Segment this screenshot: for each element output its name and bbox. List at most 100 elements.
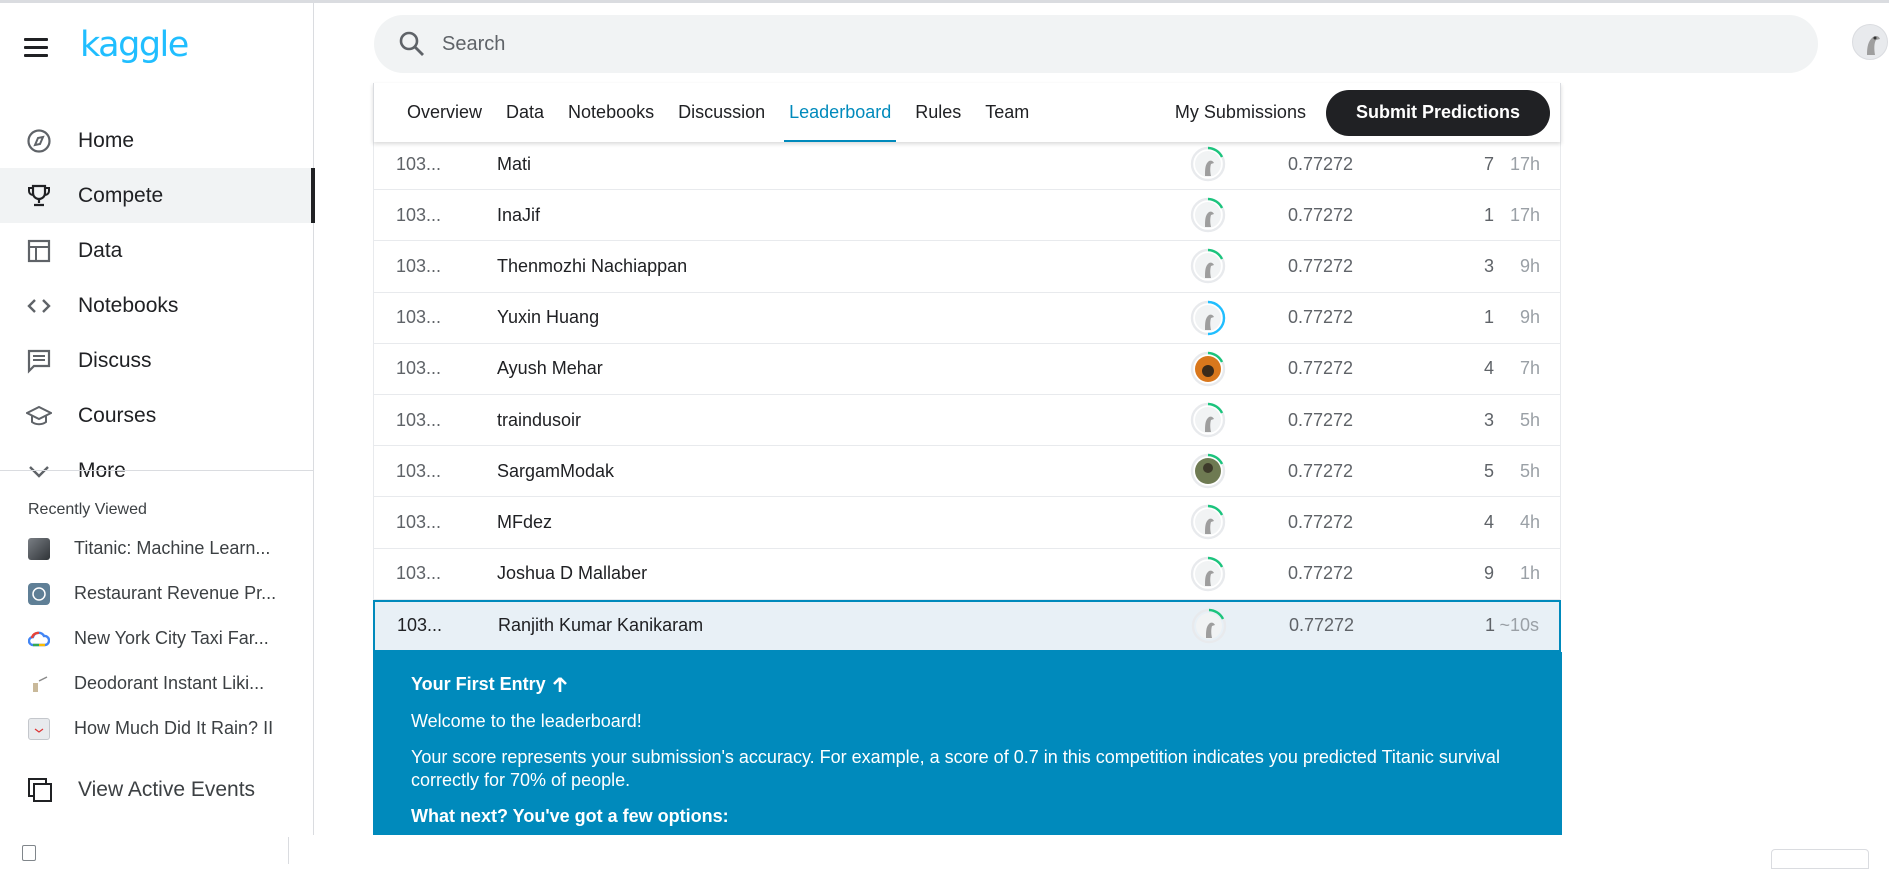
- sidebar-item-discuss[interactable]: Discuss: [0, 333, 314, 388]
- search-input[interactable]: [442, 32, 1642, 56]
- sidebar-item-home[interactable]: Home: [0, 113, 314, 168]
- team-avatar[interactable]: [1190, 197, 1226, 233]
- score-cell: 0.77272: [1288, 409, 1354, 430]
- rank-cell: 103...: [396, 204, 442, 225]
- user-avatar[interactable]: [1852, 24, 1888, 60]
- rank-cell: 103...: [396, 409, 442, 430]
- team-avatar[interactable]: [1190, 300, 1226, 336]
- recently-viewed-title: Recently Viewed: [28, 501, 147, 518]
- table-row[interactable]: 103... Yuxin Huang 0.77272 1 9h: [373, 292, 1561, 344]
- table-row[interactable]: 103... Thenmozhi Nachiappan 0.77272 3 9h: [373, 241, 1561, 293]
- team-avatar[interactable]: [1190, 351, 1226, 387]
- table-row[interactable]: 103... SargamModak 0.77272 5 5h: [373, 446, 1561, 498]
- table-row[interactable]: 103... Ayush Mehar 0.77272 4 7h: [373, 343, 1561, 395]
- menu-icon[interactable]: [24, 33, 52, 61]
- kaggle-logo[interactable]: kaggle: [80, 25, 189, 65]
- tab-notebooks[interactable]: Notebooks: [556, 83, 666, 142]
- team-name[interactable]: Mati: [497, 154, 531, 175]
- team-avatar[interactable]: [1190, 504, 1226, 540]
- search-bar[interactable]: [374, 15, 1818, 73]
- tab-team[interactable]: Team: [973, 83, 1041, 142]
- entries-cell: 3: [1483, 409, 1494, 430]
- team-name[interactable]: traindusoir: [497, 410, 581, 431]
- last-submission-cell: ~10s: [1499, 615, 1539, 636]
- table-icon: [26, 238, 52, 264]
- sidebar-item-courses[interactable]: Courses: [0, 388, 314, 443]
- entries-cell: 1: [1484, 615, 1495, 636]
- copy-icon: [26, 776, 54, 804]
- search-icon: [398, 30, 426, 58]
- entries-cell: 9: [1483, 563, 1494, 584]
- team-avatar[interactable]: [1190, 453, 1226, 489]
- tab-rules[interactable]: Rules: [903, 83, 973, 142]
- recent-list: Titanic: Machine Learn... Restaurant Rev…: [0, 526, 313, 751]
- bottom-button[interactable]: [1771, 849, 1869, 869]
- rank-cell: 103...: [396, 153, 442, 174]
- team-name[interactable]: Ayush Mehar: [497, 358, 603, 379]
- submit-predictions-button[interactable]: Submit Predictions: [1325, 89, 1550, 136]
- table-row[interactable]: 103... MFdez 0.77272 4 4h: [373, 497, 1561, 549]
- sidebar-item-label: Home: [78, 128, 135, 152]
- last-submission-cell: 4h: [1519, 511, 1540, 532]
- team-name[interactable]: Thenmozhi Nachiappan: [497, 256, 687, 277]
- team-avatar[interactable]: [1190, 248, 1226, 284]
- leaderboard-table: 103... Mati 0.77272 7 17h 103... InaJif 0.77272…: [373, 139, 1561, 652]
- team-avatar[interactable]: [1191, 608, 1227, 644]
- score-cell: 0.77272: [1288, 255, 1354, 276]
- last-submission-cell: 9h: [1519, 255, 1540, 276]
- tab-discussion[interactable]: Discussion: [666, 83, 777, 142]
- team-avatar[interactable]: [1190, 402, 1226, 438]
- table-row[interactable]: 103... Joshua D Mallaber 0.77272 9 1h: [373, 548, 1561, 600]
- my-submissions-link[interactable]: My Submissions: [1155, 102, 1326, 123]
- team-name[interactable]: Yuxin Huang: [497, 307, 599, 328]
- entries-cell: 4: [1483, 511, 1494, 532]
- recent-item-label: How Much Did It Rain? II: [74, 718, 274, 738]
- sidebar-item-notebooks[interactable]: Notebooks: [0, 278, 314, 333]
- sidebar-item-compete[interactable]: Compete: [0, 168, 315, 223]
- sidebar-item-label: Discuss: [78, 348, 152, 372]
- competition-tabs: Overview Data Notebooks Discussion Leade…: [373, 83, 1561, 142]
- trophy-icon: [26, 183, 52, 209]
- view-active-events-link[interactable]: View Active Events: [26, 776, 255, 804]
- rank-cell: 103...: [396, 511, 442, 532]
- last-submission-cell: 5h: [1519, 460, 1540, 481]
- score-explanation: Your score represents your submission's …: [411, 747, 1500, 790]
- score-cell: 0.77272: [1288, 153, 1354, 174]
- sidebar-item-label: Data: [78, 238, 123, 262]
- entries-cell: 4: [1483, 358, 1494, 379]
- team-avatar[interactable]: [1190, 146, 1226, 182]
- recent-item[interactable]: How Much Did It Rain? II: [0, 706, 313, 751]
- table-row[interactable]: 103... traindusoir 0.77272 3 5h: [373, 394, 1561, 447]
- deodorant-thumbnail-icon: [28, 673, 50, 695]
- recent-item[interactable]: Titanic: Machine Learn...: [0, 526, 313, 571]
- recent-item[interactable]: Deodorant Instant Liki...: [0, 661, 313, 706]
- team-name[interactable]: MFdez: [497, 512, 552, 533]
- tab-data[interactable]: Data: [494, 83, 556, 142]
- table-row[interactable]: 103... InaJif 0.77272 1 17h: [373, 190, 1561, 242]
- bottom-bar: [0, 835, 1889, 869]
- team-avatar[interactable]: [1190, 556, 1226, 592]
- recent-item[interactable]: New York City Taxi Far...: [0, 616, 313, 661]
- team-name[interactable]: Ranjith Kumar Kanikaram: [498, 615, 703, 636]
- bottom-divider: [288, 837, 289, 864]
- score-cell: 0.77272: [1288, 563, 1354, 584]
- tab-overview[interactable]: Overview: [374, 83, 494, 142]
- comment-icon: [26, 348, 52, 374]
- team-name[interactable]: InaJif: [497, 205, 540, 226]
- score-cell: 0.77272: [1288, 460, 1354, 481]
- school-icon: [26, 403, 52, 429]
- last-submission-cell: 5h: [1519, 409, 1540, 430]
- first-entry-title-row: Your First Entry: [411, 674, 1524, 695]
- what-next-text: What next? You've got a few options:: [411, 806, 729, 826]
- recent-item[interactable]: Restaurant Revenue Pr...: [0, 571, 313, 616]
- recent-item-label: Deodorant Instant Liki...: [74, 673, 265, 693]
- team-name[interactable]: SargamModak: [497, 461, 614, 482]
- code-icon: [26, 293, 52, 319]
- team-name[interactable]: Joshua D Mallaber: [497, 563, 647, 584]
- sidebar-item-data[interactable]: Data: [0, 223, 314, 278]
- table-row[interactable]: 103... Ranjith Kumar Kanikaram 0.77272 1 ~10…: [373, 599, 1561, 652]
- recent-item-label: Restaurant Revenue Pr...: [74, 583, 277, 603]
- tab-leaderboard[interactable]: Leaderboard: [777, 83, 903, 142]
- rank-cell: 103...: [396, 460, 442, 481]
- table-row[interactable]: 103... Mati 0.77272 7 17h: [373, 139, 1561, 191]
